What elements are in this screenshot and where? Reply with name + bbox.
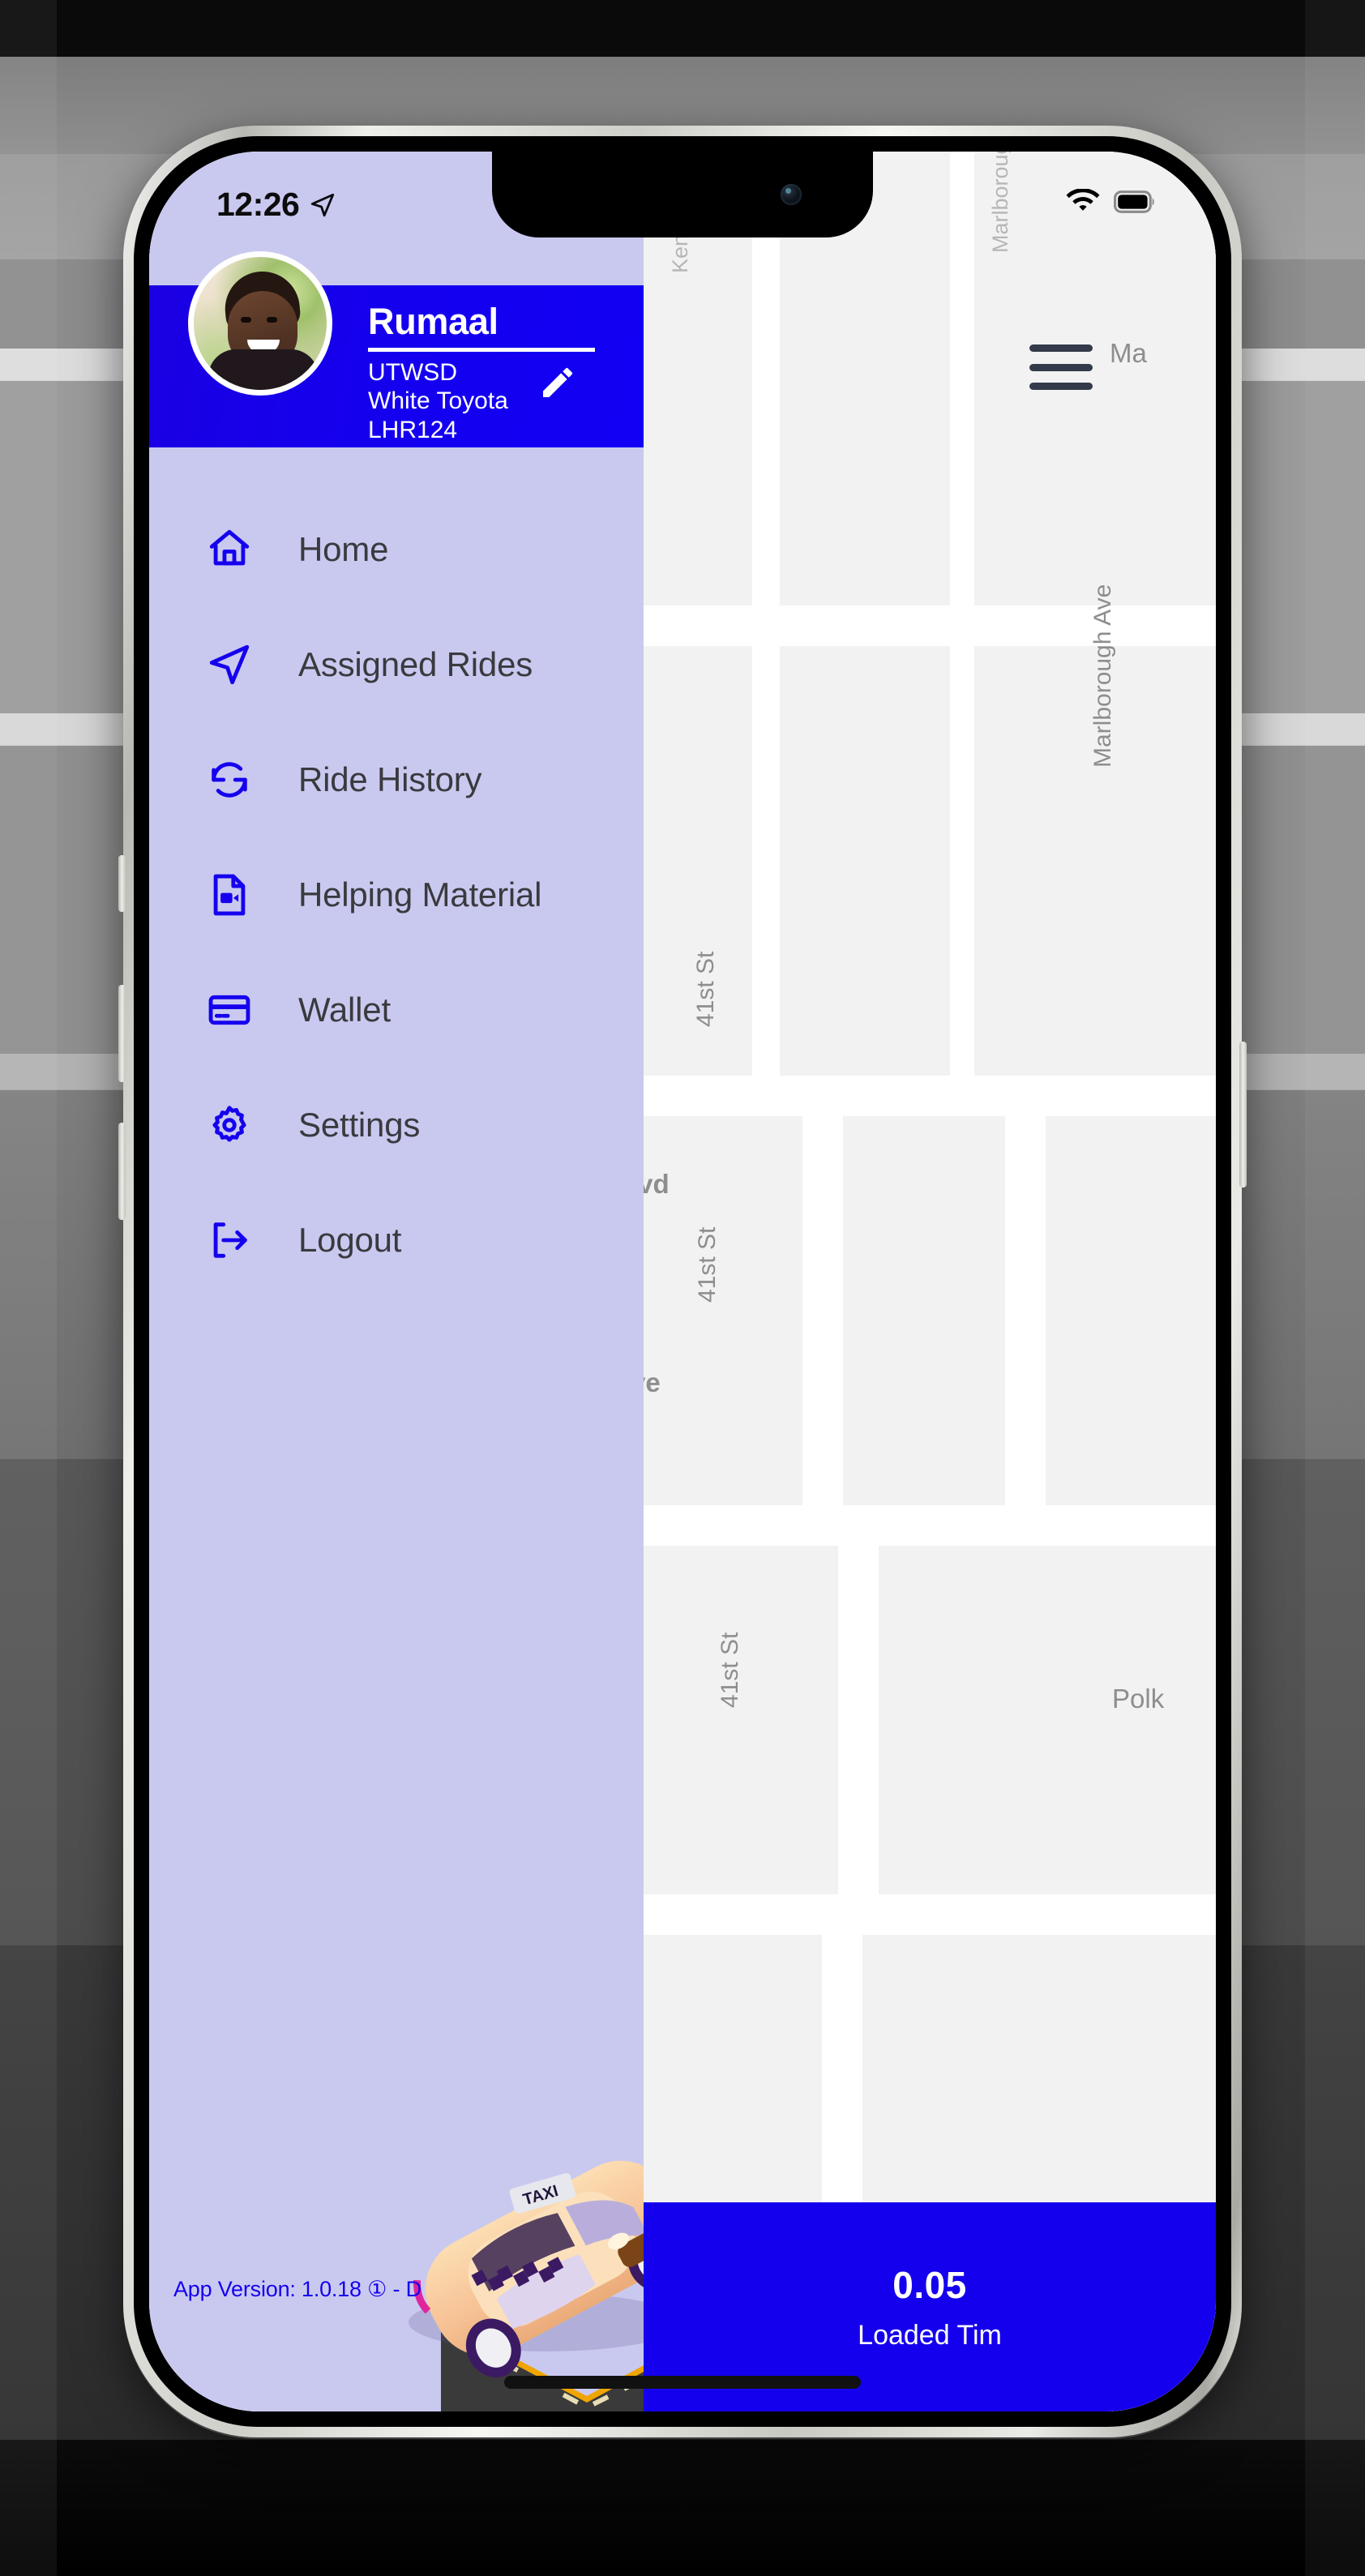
menu-item-label: Home [298,530,389,568]
menu-item-assigned-rides[interactable]: Assigned Rides [149,607,644,722]
phone-device: Kensington Marlborough Ma Marlborough Av… [118,126,1247,2437]
menu-item-wallet[interactable]: Wallet [149,952,644,1068]
loaded-time-value: 0.05 [892,2263,967,2306]
phone-screen: Kensington Marlborough Ma Marlborough Av… [149,152,1216,2411]
license-plate: LHR124 [368,416,458,443]
front-camera [781,184,802,205]
pencil-edit-icon[interactable] [535,360,580,405]
map-label: Marlborough Ave [1089,584,1116,768]
app-version-label: App Version: 1.0.18 ① - D [173,2277,421,2301]
map-label: 41st St [692,951,719,1027]
drawer-menu: Home Assigned Rides Ride History Helping… [149,492,644,1298]
map-label: Ma [1110,338,1147,368]
desk-streak [0,0,57,2576]
menu-item-label: Helping Material [298,875,542,914]
scene: Kensington Marlborough Ma Marlborough Av… [0,0,1365,2576]
refresh-history-icon [204,755,255,805]
taxi-on-road-illustration: TAXI [409,2160,644,2411]
menu-item-label: Settings [298,1106,421,1144]
map-label: Polk [1112,1684,1165,1714]
navigation-drawer: Rumaal UTWSD White Toyota LHR124 Home As… [149,152,644,2411]
name-underline [368,347,595,352]
svg-text:TAXI: TAXI [521,2182,560,2209]
video-file-icon [204,870,255,920]
menu-item-label: Ride History [298,760,482,798]
volume-up-button[interactable] [118,985,126,1082]
avatar [188,251,332,396]
driver-name: Rumaal [368,301,499,342]
menu-item-label: Wallet [298,991,391,1029]
profile-card[interactable]: Rumaal UTWSD White Toyota LHR124 [149,251,644,447]
hamburger-menu-icon[interactable] [1029,344,1093,390]
power-button[interactable] [1239,1042,1247,1187]
map-label: Marlborough [988,152,1012,253]
menu-item-settings[interactable]: Settings [149,1068,644,1183]
menu-item-home[interactable]: Home [149,492,644,607]
home-icon [204,524,255,575]
navigation-arrow-icon [204,640,255,690]
map-label: 41st St [717,1632,743,1708]
home-indicator[interactable] [504,2376,861,2389]
volume-down-button[interactable] [118,1123,126,1220]
phone-bezel: Kensington Marlborough Ma Marlborough Av… [134,136,1231,2427]
menu-item-label: Logout [298,1221,402,1259]
gear-icon [204,1100,255,1150]
map-label: 41st St [694,1226,721,1303]
mute-switch[interactable] [118,855,126,912]
menu-item-logout[interactable]: Logout [149,1183,644,1298]
logout-arrow-icon [204,1215,255,1265]
loaded-time-label: Loaded Tim [858,2319,1002,2351]
menu-item-helping-material[interactable]: Helping Material [149,837,644,952]
desk-streak [1305,0,1365,2576]
notch [492,152,873,237]
credit-card-icon [204,985,255,1035]
menu-item-label: Assigned Rides [298,645,533,683]
menu-item-ride-history[interactable]: Ride History [149,722,644,837]
